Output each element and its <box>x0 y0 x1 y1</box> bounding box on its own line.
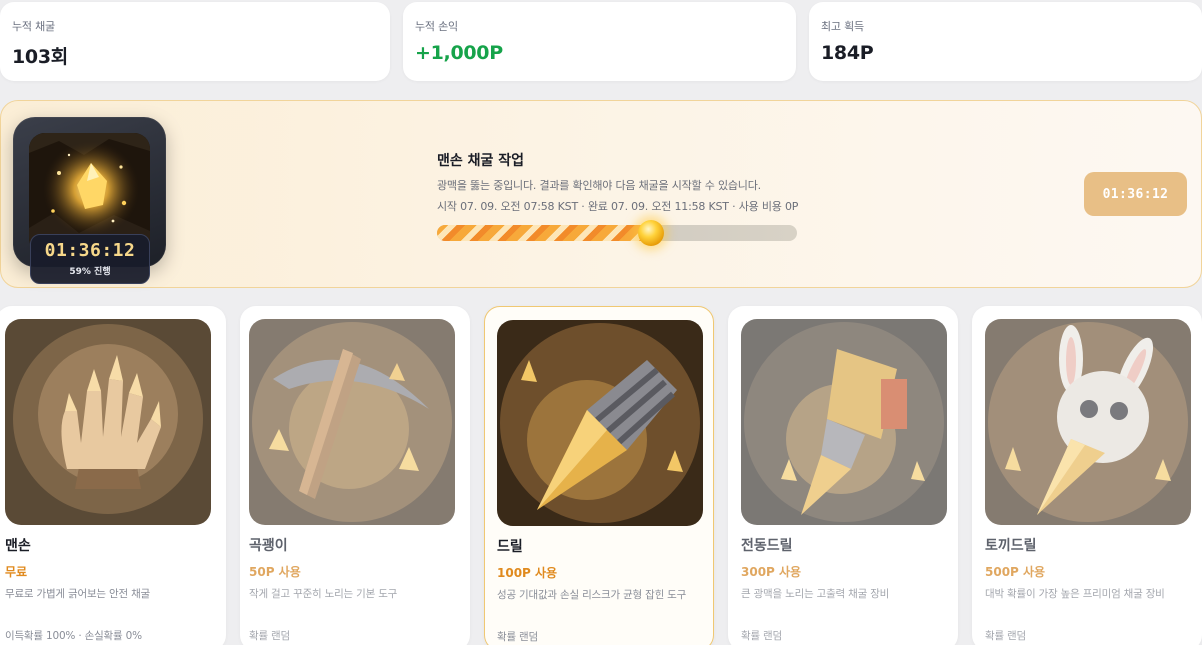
job-meta: 시작 07. 09. 오전 07:58 KST · 완료 07. 09. 오전 … <box>437 200 799 213</box>
stat-label: 누적 채굴 <box>12 20 55 33</box>
tool-description: 대박 확률이 가장 높은 프리미엄 채굴 장비 <box>985 588 1165 600</box>
tool-card-bare-hand[interactable]: 맨손 무료 무료로 가볍게 긁어보는 안전 채굴 이득확률 100% · 손실확… <box>0 306 226 645</box>
stat-card-total-mining: 누적 채굴 103회 <box>0 2 390 81</box>
job-progress-text: 59% 진행 <box>69 267 111 277</box>
gloved-hand-icon <box>5 319 211 525</box>
job-timer-chip: 01:36:12 59% 진행 <box>30 234 150 284</box>
job-title: 맨손 채굴 작업 <box>437 153 525 169</box>
tool-price: 300P 사용 <box>741 565 802 579</box>
stat-value: +1,000P <box>415 42 503 64</box>
job-countdown: 01:36:12 <box>44 240 136 261</box>
rabbit-drill-icon <box>985 319 1191 525</box>
tool-odds: 이득확률 100% · 손실확률 0% <box>5 630 142 642</box>
stat-label: 누적 손익 <box>415 20 458 33</box>
tool-description: 큰 광맥을 노리는 고출력 채굴 장비 <box>741 588 890 600</box>
progress-knob-icon <box>638 220 664 246</box>
job-timer-button[interactable]: 01:36:12 <box>1084 172 1187 216</box>
tool-odds: 확률 랜덤 <box>741 630 782 642</box>
pickaxe-icon <box>249 319 455 525</box>
mining-job-banner <box>0 100 1202 288</box>
tool-price: 500P 사용 <box>985 565 1046 579</box>
tool-card-pickaxe[interactable]: 곡괭이 50P 사용 작게 걸고 꾸준히 노리는 기본 도구 확률 랜덤 <box>240 306 470 645</box>
tool-description: 무료로 가볍게 긁어보는 안전 채굴 <box>5 588 150 600</box>
tool-card-drill[interactable]: 드릴 100P 사용 성공 기대값과 손실 리스크가 균형 잡힌 도구 확률 랜… <box>484 306 714 645</box>
stat-card-best-gain: 최고 획득 184P <box>809 2 1202 81</box>
tool-name: 곡괭이 <box>249 538 288 554</box>
tool-price: 무료 <box>5 565 28 579</box>
job-progress-bar <box>437 220 797 246</box>
stat-value: 184P <box>821 42 874 64</box>
tool-description: 작게 걸고 꾸준히 노리는 기본 도구 <box>249 588 398 600</box>
tool-price: 50P 사용 <box>249 565 301 579</box>
job-description: 광맥을 뚫는 중입니다. 결과를 확인해야 다음 채굴을 시작할 수 있습니다. <box>437 179 761 192</box>
tool-name: 맨손 <box>5 538 31 554</box>
stats-row: 누적 채굴 103회 누적 손익 +1,000P 최고 획득 184P <box>0 2 1202 81</box>
tool-odds: 확률 랜덤 <box>985 630 1026 642</box>
tool-description: 성공 기대값과 손실 리스크가 균형 잡힌 도구 <box>497 589 687 601</box>
tool-price: 100P 사용 <box>497 566 558 580</box>
stat-card-total-profit: 누적 손익 +1,000P <box>403 2 796 81</box>
tool-card-power-drill[interactable]: 전동드릴 300P 사용 큰 광맥을 노리는 고출력 채굴 장비 확률 랜덤 <box>728 306 958 645</box>
tool-name: 드릴 <box>497 539 523 555</box>
stat-label: 최고 획득 <box>821 20 864 33</box>
stat-value: 103회 <box>12 46 68 68</box>
tool-name: 전동드릴 <box>741 538 793 554</box>
job-progress-fill <box>437 225 649 241</box>
power-drill-icon <box>741 319 947 525</box>
tool-name: 토끼드릴 <box>985 538 1037 554</box>
tool-card-rabbit-drill[interactable]: 토끼드릴 500P 사용 대박 확률이 가장 높은 프리미엄 채굴 장비 확률 … <box>972 306 1202 645</box>
tool-list: 맨손 무료 무료로 가볍게 긁어보는 안전 채굴 이득확률 100% · 손실확… <box>0 306 1202 645</box>
tool-odds: 확률 랜덤 <box>249 630 290 642</box>
drill-icon <box>497 320 703 526</box>
tool-odds: 확률 랜덤 <box>497 631 538 643</box>
